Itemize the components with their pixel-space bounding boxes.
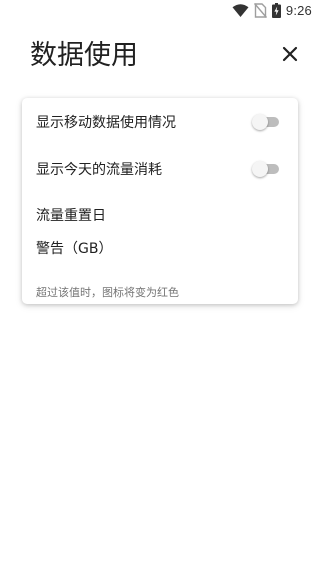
show-today-usage-row[interactable]: 显示今天的流量消耗 [22, 146, 298, 192]
reset-day-row[interactable]: 流量重置日 [22, 192, 298, 238]
battery-charging-icon [271, 3, 281, 18]
show-today-usage-toggle[interactable] [252, 161, 279, 177]
no-sim-icon [253, 3, 267, 18]
show-mobile-data-label: 显示移动数据使用情况 [36, 115, 176, 131]
close-button[interactable] [276, 42, 304, 70]
clock: 9:26 [285, 3, 312, 18]
status-bar: 9:26 [0, 0, 320, 24]
reset-day-label: 流量重置日 [36, 208, 106, 224]
warning-row[interactable]: 警告（GB） 超过该值时，图标将变为红色 [22, 238, 298, 300]
toggle-thumb [252, 114, 268, 130]
warning-description: 超过该值时，图标将变为红色 [36, 286, 179, 299]
warning-label: 警告（GB） [36, 241, 113, 257]
status-icons: 9:26 [232, 3, 312, 18]
show-mobile-data-row[interactable]: 显示移动数据使用情况 [22, 98, 298, 146]
settings-card: 显示移动数据使用情况 显示今天的流量消耗 流量重置日 警告（GB） 超过该值时，… [22, 98, 298, 304]
toggle-thumb [252, 161, 268, 177]
show-today-usage-label: 显示今天的流量消耗 [36, 162, 162, 178]
page-title: 数据使用 [30, 40, 138, 71]
wifi-icon [232, 3, 249, 18]
show-mobile-data-toggle[interactable] [252, 114, 279, 130]
close-icon [282, 46, 298, 66]
